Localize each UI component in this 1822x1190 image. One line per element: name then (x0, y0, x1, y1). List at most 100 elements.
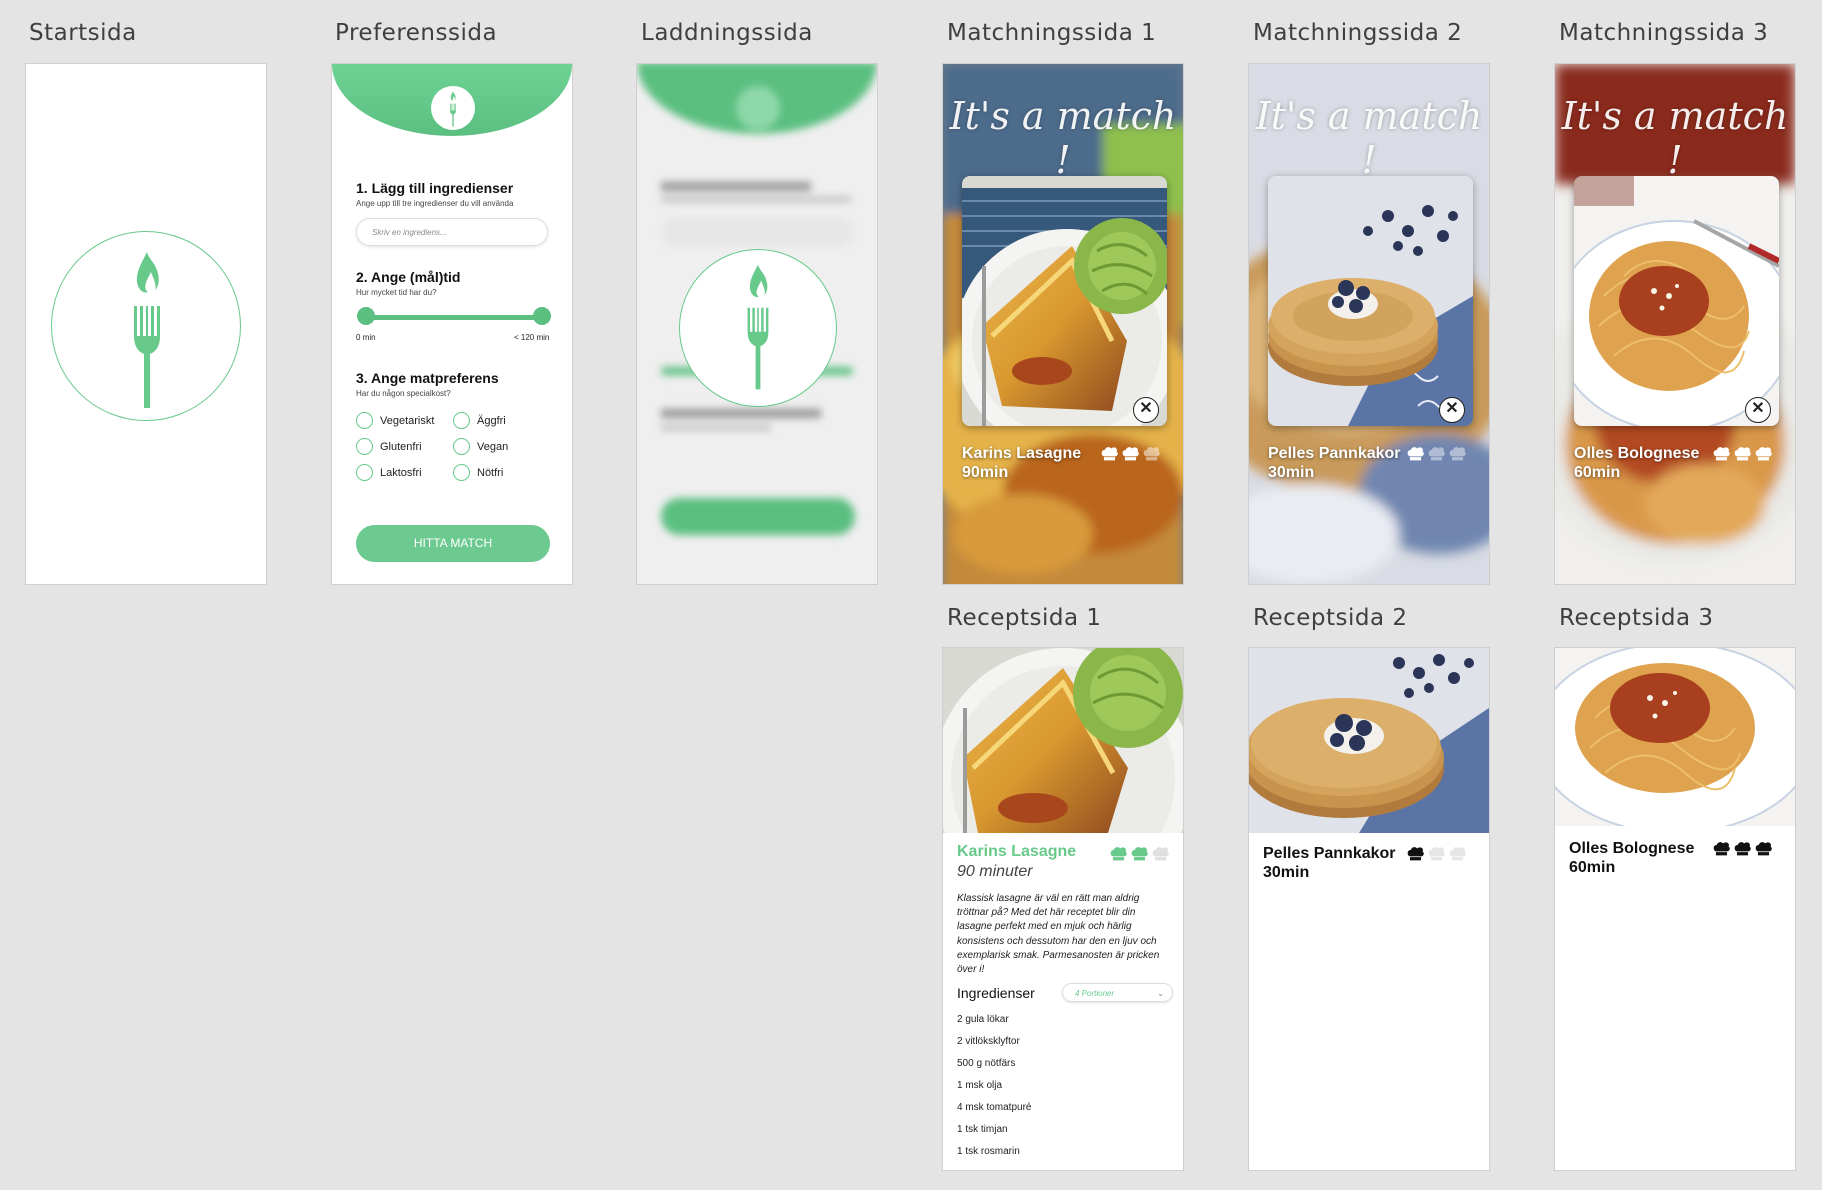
artboard-label-match2: Matchningssida 2 (1253, 20, 1463, 46)
artboard-startsida (25, 63, 267, 585)
match-dish-name: Pelles Pannkakor (1268, 445, 1401, 462)
radio-vegetariskt[interactable] (356, 412, 373, 429)
difficulty-rating (1406, 846, 1467, 862)
fork-flame-icon (127, 250, 167, 410)
dismiss-match-button[interactable]: ✕ (1133, 397, 1159, 423)
radio-notfri[interactable] (453, 464, 470, 481)
match-title: It's a match ! (949, 94, 1177, 182)
time-slider-track[interactable] (366, 315, 542, 320)
ingredient-item: 4 msk tomatpuré (957, 1102, 1032, 1113)
bolognese-photo (1574, 176, 1779, 426)
match-title: It's a match ! (1561, 94, 1789, 182)
recipe-time: 30min (1263, 864, 1310, 881)
ingredient-item: 2 vitlöksklyftor (957, 1036, 1020, 1047)
bolognese-recipe-photo (1555, 648, 1795, 826)
q3-title: 3. Ange matpreferens (356, 370, 499, 386)
radio-laktosfri[interactable] (356, 464, 373, 481)
pancake-recipe-photo (1249, 648, 1489, 833)
artboard-label-recept1: Receptsida 1 (947, 605, 1102, 631)
difficulty-rating (1100, 446, 1161, 462)
chef-hat-icon (1733, 446, 1752, 462)
dismiss-match-button[interactable]: ✕ (1745, 397, 1771, 423)
chef-hat-icon (1754, 446, 1773, 462)
difficulty-rating (1109, 846, 1170, 862)
artboard-recept3: Olles Bolognese 60min (1554, 647, 1796, 1171)
chef-hat-icon (1151, 846, 1170, 862)
ingredients-heading: Ingredienser (957, 985, 1035, 1001)
ingredient-item: 1 msk olja (957, 1080, 1003, 1091)
chef-hat-icon (1448, 846, 1467, 862)
artboard-recept2: Pelles Pannkakor 30min (1248, 647, 1490, 1171)
chef-hat-icon (1733, 841, 1752, 857)
artboard-match3: It's a match ! ✕ Olles Bolognese 60min (1554, 63, 1796, 585)
difficulty-rating (1406, 446, 1467, 462)
ingredient-input[interactable]: Skriv en ingrediens... (356, 218, 548, 246)
chef-hat-icon (1109, 846, 1128, 862)
q1-title: 1. Lägg till ingredienser (356, 180, 514, 196)
artboard-label-startsida: Startsida (29, 20, 137, 46)
artboard-match2: It's a match ! ✕ Pelles Pannkakor 30min (1248, 63, 1490, 585)
match-dish-time: 30min (1268, 464, 1315, 481)
ingredient-item: 500 g nötfärs (957, 1058, 1016, 1069)
pancake-photo (1268, 176, 1473, 426)
match-dish-name: Olles Bolognese (1574, 445, 1700, 462)
logo-badge (431, 86, 475, 130)
portions-dropdown[interactable]: 4 Portioner ⌄ (1062, 983, 1173, 1002)
match-title: It's a match ! (1255, 94, 1483, 182)
chef-hat-icon (1100, 446, 1119, 462)
artboard-label-recept3: Receptsida 3 (1559, 605, 1714, 631)
artboard-match1: It's a match ! ✕ Karins Lasagne 90min (942, 63, 1184, 585)
artboard-label-match3: Matchningssida 3 (1559, 20, 1769, 46)
radio-vegan[interactable] (453, 438, 470, 455)
match-photo-card (962, 176, 1167, 426)
lasagne-photo (962, 176, 1167, 426)
difficulty-rating (1712, 841, 1773, 857)
chef-hat-icon (1427, 446, 1446, 462)
loading-logo-circle (679, 249, 837, 407)
artboard-preferenssida: 1. Lägg till ingredienser Ange upp till … (331, 63, 573, 585)
q1-subtitle: Ange upp till tre ingredienser du vill a… (356, 199, 514, 208)
recipe-time: 60min (1569, 859, 1616, 876)
difficulty-rating (1712, 446, 1773, 462)
artboard-laddningssida (636, 63, 878, 585)
recipe-description: Klassisk lasagne är väl en rätt man aldr… (957, 893, 1160, 976)
slider-min-label: 0 min (356, 333, 376, 342)
chef-hat-icon (1712, 446, 1731, 462)
portions-value: 4 Portioner (1075, 989, 1115, 998)
option-aggfri: Äggfri (477, 415, 506, 427)
radio-aggfri[interactable] (453, 412, 470, 429)
fork-flame-icon (742, 262, 774, 392)
option-vegetariskt: Vegetariskt (380, 415, 435, 427)
artboard-recept1: Karins Lasagne 90 minuter Klassisk lasag… (942, 647, 1184, 1171)
option-glutenfri: Glutenfri (380, 441, 422, 453)
chef-hat-icon (1406, 446, 1425, 462)
ingredient-item: 2 gula lökar (957, 1014, 1009, 1025)
option-laktosfri: Laktosfri (380, 467, 422, 479)
artboard-label-laddningssida: Laddningssida (641, 20, 813, 46)
match-dish-name: Karins Lasagne (962, 445, 1082, 462)
match-dish-time: 60min (1574, 464, 1621, 481)
chevron-down-icon: ⌄ (1157, 989, 1164, 998)
chef-hat-icon (1121, 446, 1140, 462)
ingredient-item: 1 tsk timjan (957, 1124, 1008, 1135)
chef-hat-icon (1448, 446, 1467, 462)
match-photo-card (1268, 176, 1473, 426)
slider-min-knob[interactable] (357, 307, 375, 325)
recipe-time: 90 minuter (957, 863, 1033, 880)
option-notfri: Nötfri (477, 467, 504, 479)
match-dish-time: 90min (962, 464, 1009, 481)
recipe-title: Pelles Pannkakor (1263, 845, 1396, 862)
slider-max-knob[interactable] (533, 307, 551, 325)
find-match-button[interactable]: HITTA MATCH (356, 525, 550, 562)
chef-hat-icon (1142, 446, 1161, 462)
q2-title: 2. Ange (mål)tid (356, 269, 461, 285)
radio-glutenfri[interactable] (356, 438, 373, 455)
artboard-label-recept2: Receptsida 2 (1253, 605, 1408, 631)
recipe-title: Karins Lasagne (957, 843, 1077, 860)
slider-max-label: < 120 min (514, 333, 550, 342)
option-vegan: Vegan (477, 441, 509, 453)
dismiss-match-button[interactable]: ✕ (1439, 397, 1465, 423)
match-photo-card (1574, 176, 1779, 426)
recipe-title: Olles Bolognese (1569, 840, 1695, 857)
fork-flame-icon (447, 91, 459, 127)
